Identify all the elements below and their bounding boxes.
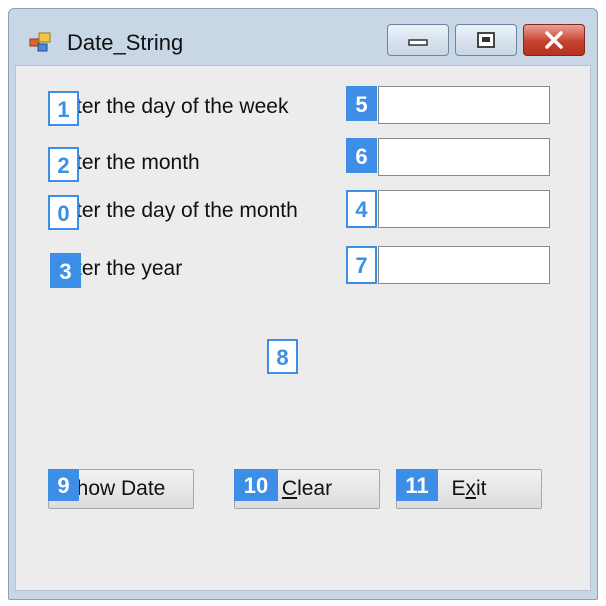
marker-badge: 4 <box>346 190 377 228</box>
app-icon <box>29 32 51 52</box>
label-year: ter the year <box>76 257 183 280</box>
day-of-month-input[interactable] <box>378 190 550 228</box>
show-date-label: how Date <box>76 477 166 500</box>
year-input[interactable] <box>378 246 550 284</box>
marker-badge: 8 <box>267 339 298 374</box>
window-title: Date_String <box>67 30 184 55</box>
marker-badge: 3 <box>50 253 81 288</box>
minimize-icon <box>408 39 428 46</box>
label-month: ter the month <box>76 151 200 174</box>
label-day-of-week: ter the day of the week <box>76 95 289 118</box>
clear-label: lear <box>297 477 333 500</box>
marker-badge: 11 <box>396 469 438 501</box>
exit-label-mnemonic: x <box>465 477 477 500</box>
marker-badge: 1 <box>48 91 79 126</box>
marker-badge: 2 <box>48 147 79 182</box>
close-button[interactable] <box>523 24 585 56</box>
title-bar[interactable]: Date_String <box>9 9 597 65</box>
marker-badge: 5 <box>346 86 377 121</box>
form-client-area: ter the day of the week ter the month te… <box>15 65 591 591</box>
maximize-button[interactable] <box>455 24 517 56</box>
restore-icon <box>477 32 495 48</box>
day-of-week-input[interactable] <box>378 86 550 124</box>
marker-badge: 7 <box>346 246 377 284</box>
marker-badge: 10 <box>234 469 278 501</box>
exit-label-first: E <box>451 477 466 500</box>
label-day-of-month: ter the day of the month <box>76 199 298 222</box>
marker-badge: 9 <box>48 469 79 501</box>
close-icon <box>545 31 563 49</box>
clear-label-mnemonic: C <box>281 477 298 500</box>
exit-label: it <box>476 477 487 500</box>
month-input[interactable] <box>378 138 550 176</box>
minimize-button[interactable] <box>387 24 449 56</box>
marker-badge: 0 <box>48 195 79 230</box>
app-window: Date_String ter the day of the week ter … <box>8 8 598 600</box>
marker-badge: 6 <box>346 138 377 173</box>
